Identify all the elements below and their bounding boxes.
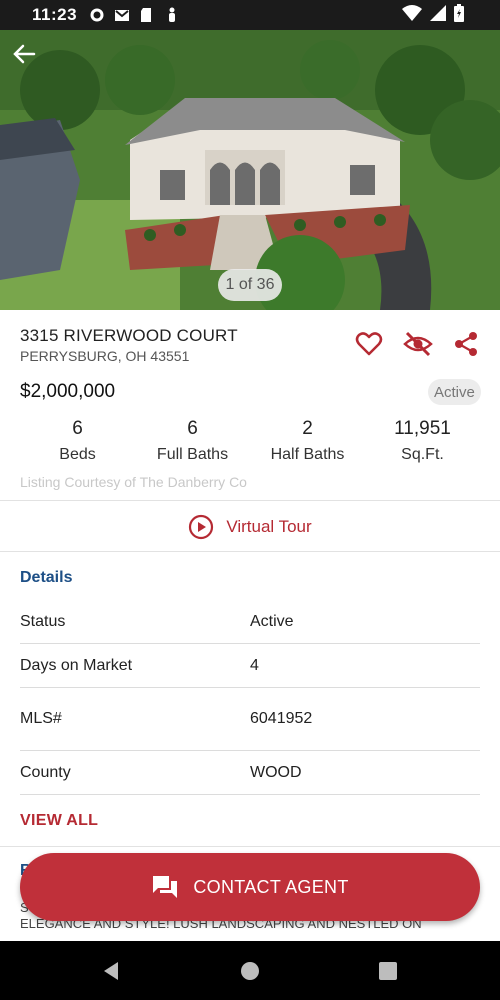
listing-price: $2,000,000 <box>20 381 116 402</box>
listing-courtesy: Listing Courtesy of The Danberry Co <box>20 474 247 490</box>
detail-value: Active <box>250 612 294 630</box>
nav-back-icon[interactable] <box>100 959 124 983</box>
signal-icon <box>430 4 446 26</box>
photo-counter: 1 of 36 <box>218 269 282 301</box>
divider <box>0 846 500 847</box>
detail-row-mls: MLS# 6041952 <box>20 688 480 751</box>
detail-row-county: County WOOD <box>20 751 480 795</box>
virtual-tour-button[interactable]: Virtual Tour <box>0 502 500 552</box>
detail-key: Status <box>20 612 66 630</box>
stat-label: Beds <box>59 446 96 463</box>
gear-icon <box>89 7 105 23</box>
detail-key: MLS# <box>20 710 62 727</box>
notification-icons <box>89 7 180 23</box>
nav-home-icon[interactable] <box>238 959 262 983</box>
play-circle-icon <box>189 514 214 540</box>
stat-label: Half Baths <box>270 446 345 463</box>
stat-value: 11,951 <box>394 418 451 439</box>
back-arrow-icon[interactable] <box>10 40 38 68</box>
listing-photo[interactable]: 1 of 36 <box>0 30 500 310</box>
stat-value: 6 <box>72 418 83 439</box>
stat-value: 2 <box>302 418 313 439</box>
battery-icon <box>454 3 464 27</box>
stat-sqft: 11,951 Sq.Ft. <box>365 418 480 464</box>
listing-stats: 6 Beds 6 Full Baths 2 Half Baths 11,951 … <box>20 418 480 464</box>
sd-card-icon <box>139 7 155 23</box>
stat-beds: 6 Beds <box>20 418 135 464</box>
favorite-button[interactable] <box>355 330 383 358</box>
stat-label: Full Baths <box>156 446 229 463</box>
details-section-title: Details <box>20 569 73 586</box>
status-time: 11:23 <box>32 5 78 24</box>
status-badge: Active <box>428 379 481 405</box>
contact-agent-label: CONTACT AGENT <box>193 876 349 897</box>
detail-row-status: Status Active <box>20 600 480 644</box>
wifi-icon <box>402 4 422 26</box>
stat-value: 6 <box>187 418 198 439</box>
detail-key: Days on Market <box>20 656 133 674</box>
eye-off-icon <box>403 331 433 357</box>
stat-full-baths: 6 Full Baths <box>135 418 250 464</box>
listing-city: PERRYSBURG, OH 43551 <box>20 348 190 364</box>
detail-row-days-on-market: Days on Market 4 <box>20 644 480 688</box>
stat-half-baths: 2 Half Baths <box>250 418 365 464</box>
divider <box>0 551 500 552</box>
stat-label: Sq.Ft. <box>401 446 444 463</box>
hide-listing-button[interactable] <box>403 330 433 358</box>
view-all-link[interactable]: VIEW ALL <box>20 812 98 830</box>
detail-key: County <box>20 763 71 781</box>
system-nav-bar <box>0 941 500 1000</box>
listing-address: 3315 RIVERWOOD COURT <box>20 326 238 345</box>
house-photo-illustration <box>0 30 500 310</box>
contact-agent-button[interactable]: CONTACT AGENT <box>20 853 480 921</box>
status-bar: 11:23 <box>0 0 500 30</box>
share-icon <box>455 332 477 356</box>
heart-outline-icon <box>355 332 383 356</box>
chat-icon <box>153 876 178 898</box>
gmail-icon <box>114 7 130 23</box>
person-icon <box>164 7 180 23</box>
detail-value: WOOD <box>250 763 302 781</box>
detail-value: 6041952 <box>250 710 313 727</box>
virtual-tour-label: Virtual Tour <box>226 517 312 536</box>
nav-recents-icon[interactable] <box>376 959 400 983</box>
share-button[interactable] <box>452 330 480 358</box>
system-icons <box>402 3 464 27</box>
divider <box>0 500 500 501</box>
detail-value: 4 <box>250 656 259 674</box>
